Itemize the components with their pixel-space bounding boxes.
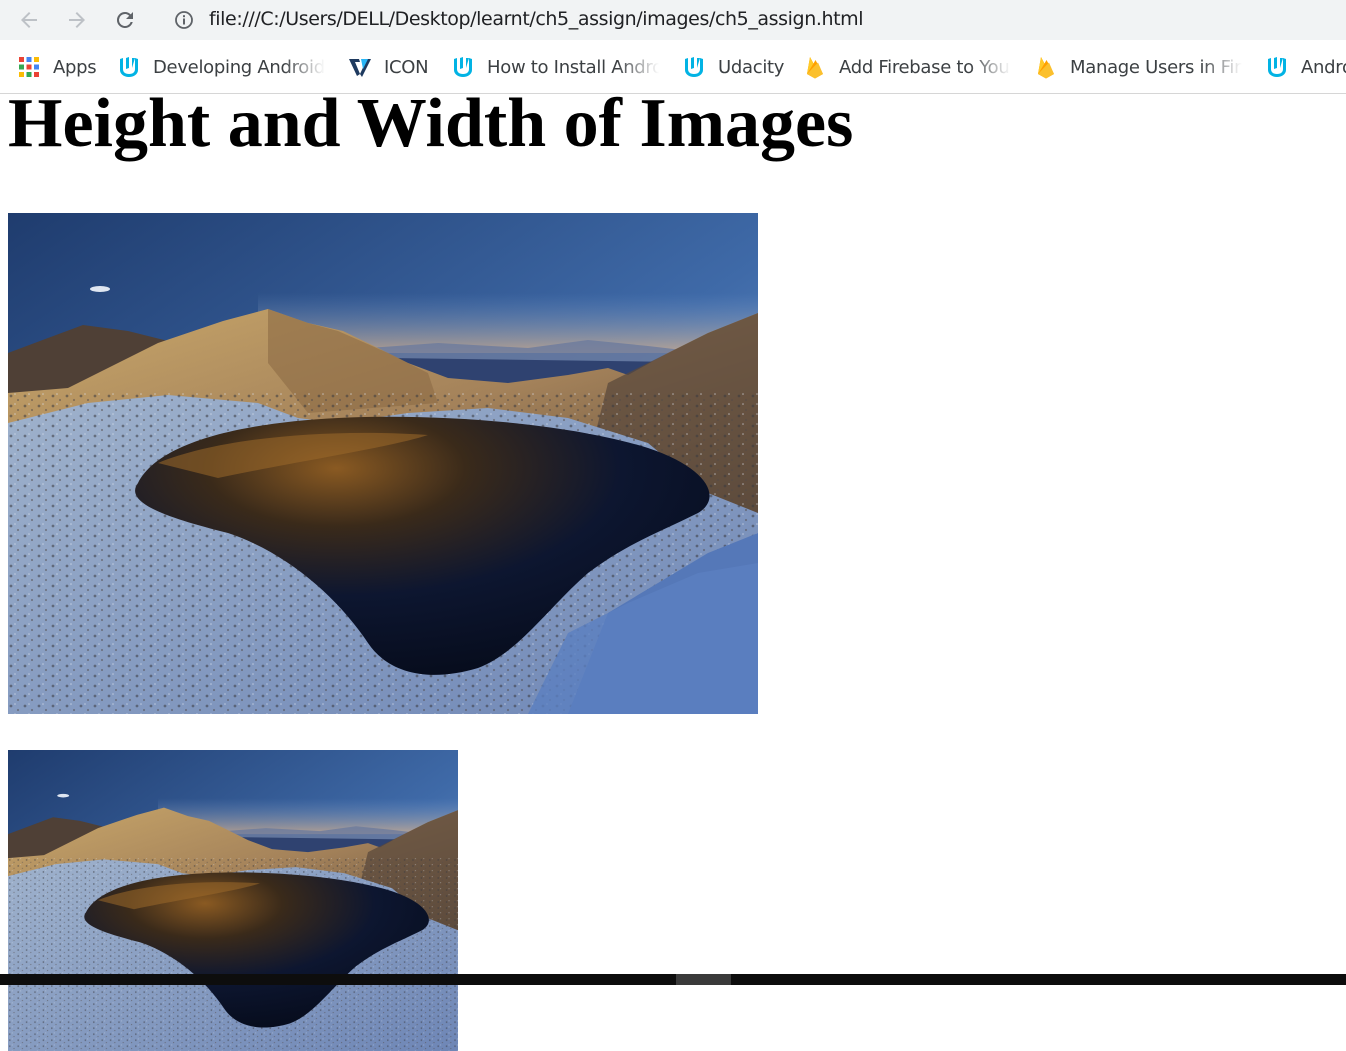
reload-button[interactable] (109, 4, 141, 36)
forward-button[interactable] (61, 4, 93, 36)
reload-icon (116, 11, 133, 28)
mountain-lake-image-small (8, 750, 458, 1051)
bookmark-how-to-install-android[interactable]: How to Install Androi (451, 54, 659, 80)
udacity-icon (685, 57, 703, 77)
udacity-icon (454, 57, 472, 77)
bookmark-label: Manage Users in Fireb (1070, 56, 1242, 78)
back-button[interactable] (13, 4, 45, 36)
bookmark-label: How to Install Androi (487, 56, 659, 78)
bookmark-label: Add Firebase to Your (839, 56, 1011, 78)
vuetify-icon (349, 59, 371, 77)
firebase-icon (1038, 57, 1054, 79)
bookmark-icon[interactable]: ICON (348, 54, 428, 80)
bookmark-apps[interactable]: Apps (17, 54, 96, 80)
info-icon[interactable] (174, 10, 194, 30)
url-text[interactable]: file:///C:/Users/DELL/Desktop/learnt/ch5… (209, 8, 864, 30)
bookmark-label: Androi (1301, 56, 1346, 78)
forward-arrow-icon (69, 12, 85, 28)
bookmark-label: ICON (384, 56, 429, 78)
taskbar-active-item[interactable] (676, 974, 731, 985)
mountain-lake-photo (8, 750, 458, 1051)
bookmark-add-firebase[interactable]: Add Firebase to Your (803, 54, 1011, 80)
bookmark-udacity[interactable]: Udacity (682, 54, 784, 80)
browser-toolbar: file:///C:/Users/DELL/Desktop/learnt/ch5… (0, 0, 1346, 40)
firebase-icon (807, 57, 823, 79)
apps-grid-icon (19, 57, 39, 77)
bookmark-label: Apps (53, 56, 97, 78)
page-heading: Height and Width of Images (8, 85, 854, 162)
udacity-icon (120, 57, 138, 77)
bookmark-label: Developing Android A (153, 56, 325, 78)
mountain-lake-photo (8, 213, 758, 714)
bookmark-manage-users[interactable]: Manage Users in Fireb (1034, 54, 1242, 80)
bookmark-label: Udacity (718, 56, 785, 78)
bookmark-developing-android[interactable]: Developing Android A (117, 54, 325, 80)
bookmark-android[interactable]: Androi (1265, 54, 1346, 80)
back-arrow-icon (21, 12, 37, 28)
address-bar[interactable]: file:///C:/Users/DELL/Desktop/learnt/ch5… (158, 0, 1346, 40)
mountain-lake-image-large (8, 213, 758, 714)
taskbar (0, 974, 1346, 985)
udacity-icon (1268, 57, 1286, 77)
